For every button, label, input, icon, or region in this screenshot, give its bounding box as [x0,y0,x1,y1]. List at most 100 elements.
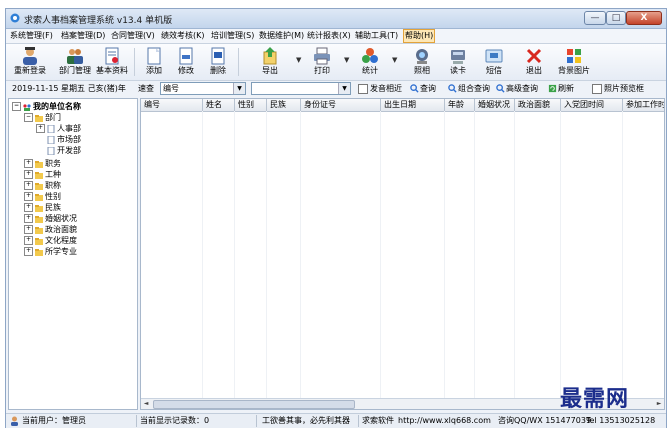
column-header[interactable]: 身份证号 [301,99,381,111]
menu-archive[interactable]: 档案管理(D) [60,29,106,43]
message-icon [485,49,503,63]
print-button[interactable]: 打印 [310,46,334,78]
print-dropdown-icon[interactable]: ▼ [344,56,349,64]
expand-icon[interactable]: + [24,159,33,168]
delete-file-icon [211,47,225,65]
tree-node[interactable]: + 职务 [24,159,61,169]
column-header[interactable]: 婚姻状况 [475,99,515,111]
expand-icon[interactable]: + [24,225,33,234]
column-header[interactable]: 入党团时间 [561,99,623,111]
column-header[interactable]: 政治面貌 [515,99,561,111]
tree-node[interactable]: + 职称 [24,181,61,191]
tree-node-label: 职务 [45,159,61,168]
expand-icon[interactable]: + [24,214,33,223]
menu-system[interactable]: 系统管理(F) [9,29,54,43]
tree-node[interactable]: + 性别 [24,192,61,202]
tree-node[interactable]: + 民族 [24,203,61,213]
tree-node[interactable]: + 文化程度 [24,236,77,246]
tree-node-dept[interactable]: − 部门 [24,113,61,123]
statistics-label: 统计 [362,66,378,75]
photo-preview-checkbox[interactable] [592,84,602,94]
advanced-query-button[interactable]: 高级查询 [506,83,538,95]
column-header[interactable]: 姓名 [203,99,235,111]
expand-icon[interactable]: + [36,124,45,133]
expand-icon[interactable]: + [24,170,33,179]
menu-help[interactable]: 帮助(H) [403,29,436,43]
close-button[interactable]: X [626,11,662,25]
combined-query-button[interactable]: 组合查询 [458,83,490,95]
tree-node[interactable]: + 所学专业 [24,247,77,257]
page-icon [47,135,55,144]
expand-icon[interactable]: + [24,181,33,190]
expand-icon[interactable]: + [24,192,33,201]
tree-root[interactable]: − 我的单位名称 [12,102,81,112]
website-link[interactable]: http://www.xlq668.com [398,415,491,427]
menu-performance[interactable]: 绩效考核(K) [160,29,206,43]
maximize-button[interactable]: □ [606,11,626,25]
exit-button[interactable]: 退出 [522,46,546,78]
column-header[interactable]: 性别 [235,99,267,111]
add-button[interactable]: 添加 [142,46,166,78]
column-header[interactable]: 编号 [141,99,203,111]
menu-data[interactable]: 数据维护(M) [258,29,305,43]
menu-reports[interactable]: 统计报表(X) [306,29,352,43]
scroll-right-icon[interactable]: ► [654,399,664,409]
search-field-select[interactable]: 编号 ▼ [160,82,246,95]
statistics-button[interactable]: 统计 [358,46,382,78]
minimize-button[interactable]: — [584,11,606,25]
menu-contract[interactable]: 合同管理(V) [110,29,156,43]
tree-node[interactable]: + 政治面貌 [24,225,77,235]
similar-pronunciation-checkbox[interactable] [358,84,368,94]
export-dropdown-icon[interactable]: ▼ [296,56,301,64]
software-name: 求索软件 [362,416,394,425]
document-icon [105,47,119,65]
tree-node-label: 文化程度 [45,236,77,245]
tree-node[interactable]: + 工种 [24,170,61,180]
employee-table[interactable]: 编号 姓名 性别 民族 身份证号 出生日期 年龄 婚姻状况 政治面貌 入党团时间… [140,98,665,410]
expand-icon[interactable]: + [24,203,33,212]
relogin-button[interactable]: 重新登录 [12,46,48,78]
column-header[interactable]: 年龄 [445,99,475,111]
delete-button[interactable]: 删除 [206,46,230,78]
contact-qq: 咨询QQ/WX 151477039 [498,416,592,425]
column-header[interactable]: 参加工作时间 [623,99,664,111]
page-icon [47,124,55,133]
export-button[interactable]: 导出 [258,46,282,78]
tree-node-label: 性别 [45,192,61,201]
organization-tree: − 我的单位名称 − 部门 + 人事部 市场部 开发部 + 职务 + 工种 + 职称 + 性别… [8,98,138,410]
menu-tools[interactable]: 辅助工具(T) [354,29,399,43]
user-icon [23,47,37,65]
collapse-icon[interactable]: − [12,102,21,111]
collapse-icon[interactable]: − [24,113,33,122]
read-card-button[interactable]: 读卡 [446,46,470,78]
tree-node-child[interactable]: 市场部 [47,135,81,145]
dept-manage-button[interactable]: 部门管理 [58,46,92,78]
column-header[interactable]: 民族 [267,99,301,111]
toolbar-separator [134,48,135,76]
contact-phone: Tel 13513025128 [586,416,656,425]
status-slogan: 工欲善其事，必先利其器 [262,416,350,425]
scroll-left-icon[interactable]: ◄ [141,399,151,409]
status-separator [358,415,359,427]
edit-button[interactable]: 修改 [174,46,198,78]
expand-icon[interactable]: + [24,236,33,245]
basic-info-button[interactable]: 基本资料 [94,46,130,78]
background-image-button[interactable]: 背景图片 [556,46,592,78]
tree-node[interactable]: + 婚姻状况 [24,214,77,224]
scrollbar-thumb[interactable] [153,400,355,409]
column-header[interactable]: 出生日期 [381,99,445,111]
tree-node-child[interactable]: + 人事部 [36,124,81,134]
photo-button[interactable]: 照相 [410,46,434,78]
menu-training[interactable]: 培训管理(S) [210,29,255,43]
statistics-dropdown-icon[interactable]: ▼ [392,56,397,64]
refresh-button[interactable]: 刷新 [558,83,574,95]
sms-button[interactable]: 短信 [482,46,506,78]
tree-node-child[interactable]: 开发部 [47,146,81,156]
search-keyword-input[interactable]: ▼ [251,82,351,95]
folder-icon [35,160,43,168]
query-button[interactable]: 查询 [420,83,436,95]
read-card-label: 读卡 [450,66,466,75]
expand-icon[interactable]: + [24,247,33,256]
title-bar: 求索人事档案管理系统 v13.4 单机版 — □ X [6,9,666,29]
tree-node-label: 市场部 [57,135,81,144]
